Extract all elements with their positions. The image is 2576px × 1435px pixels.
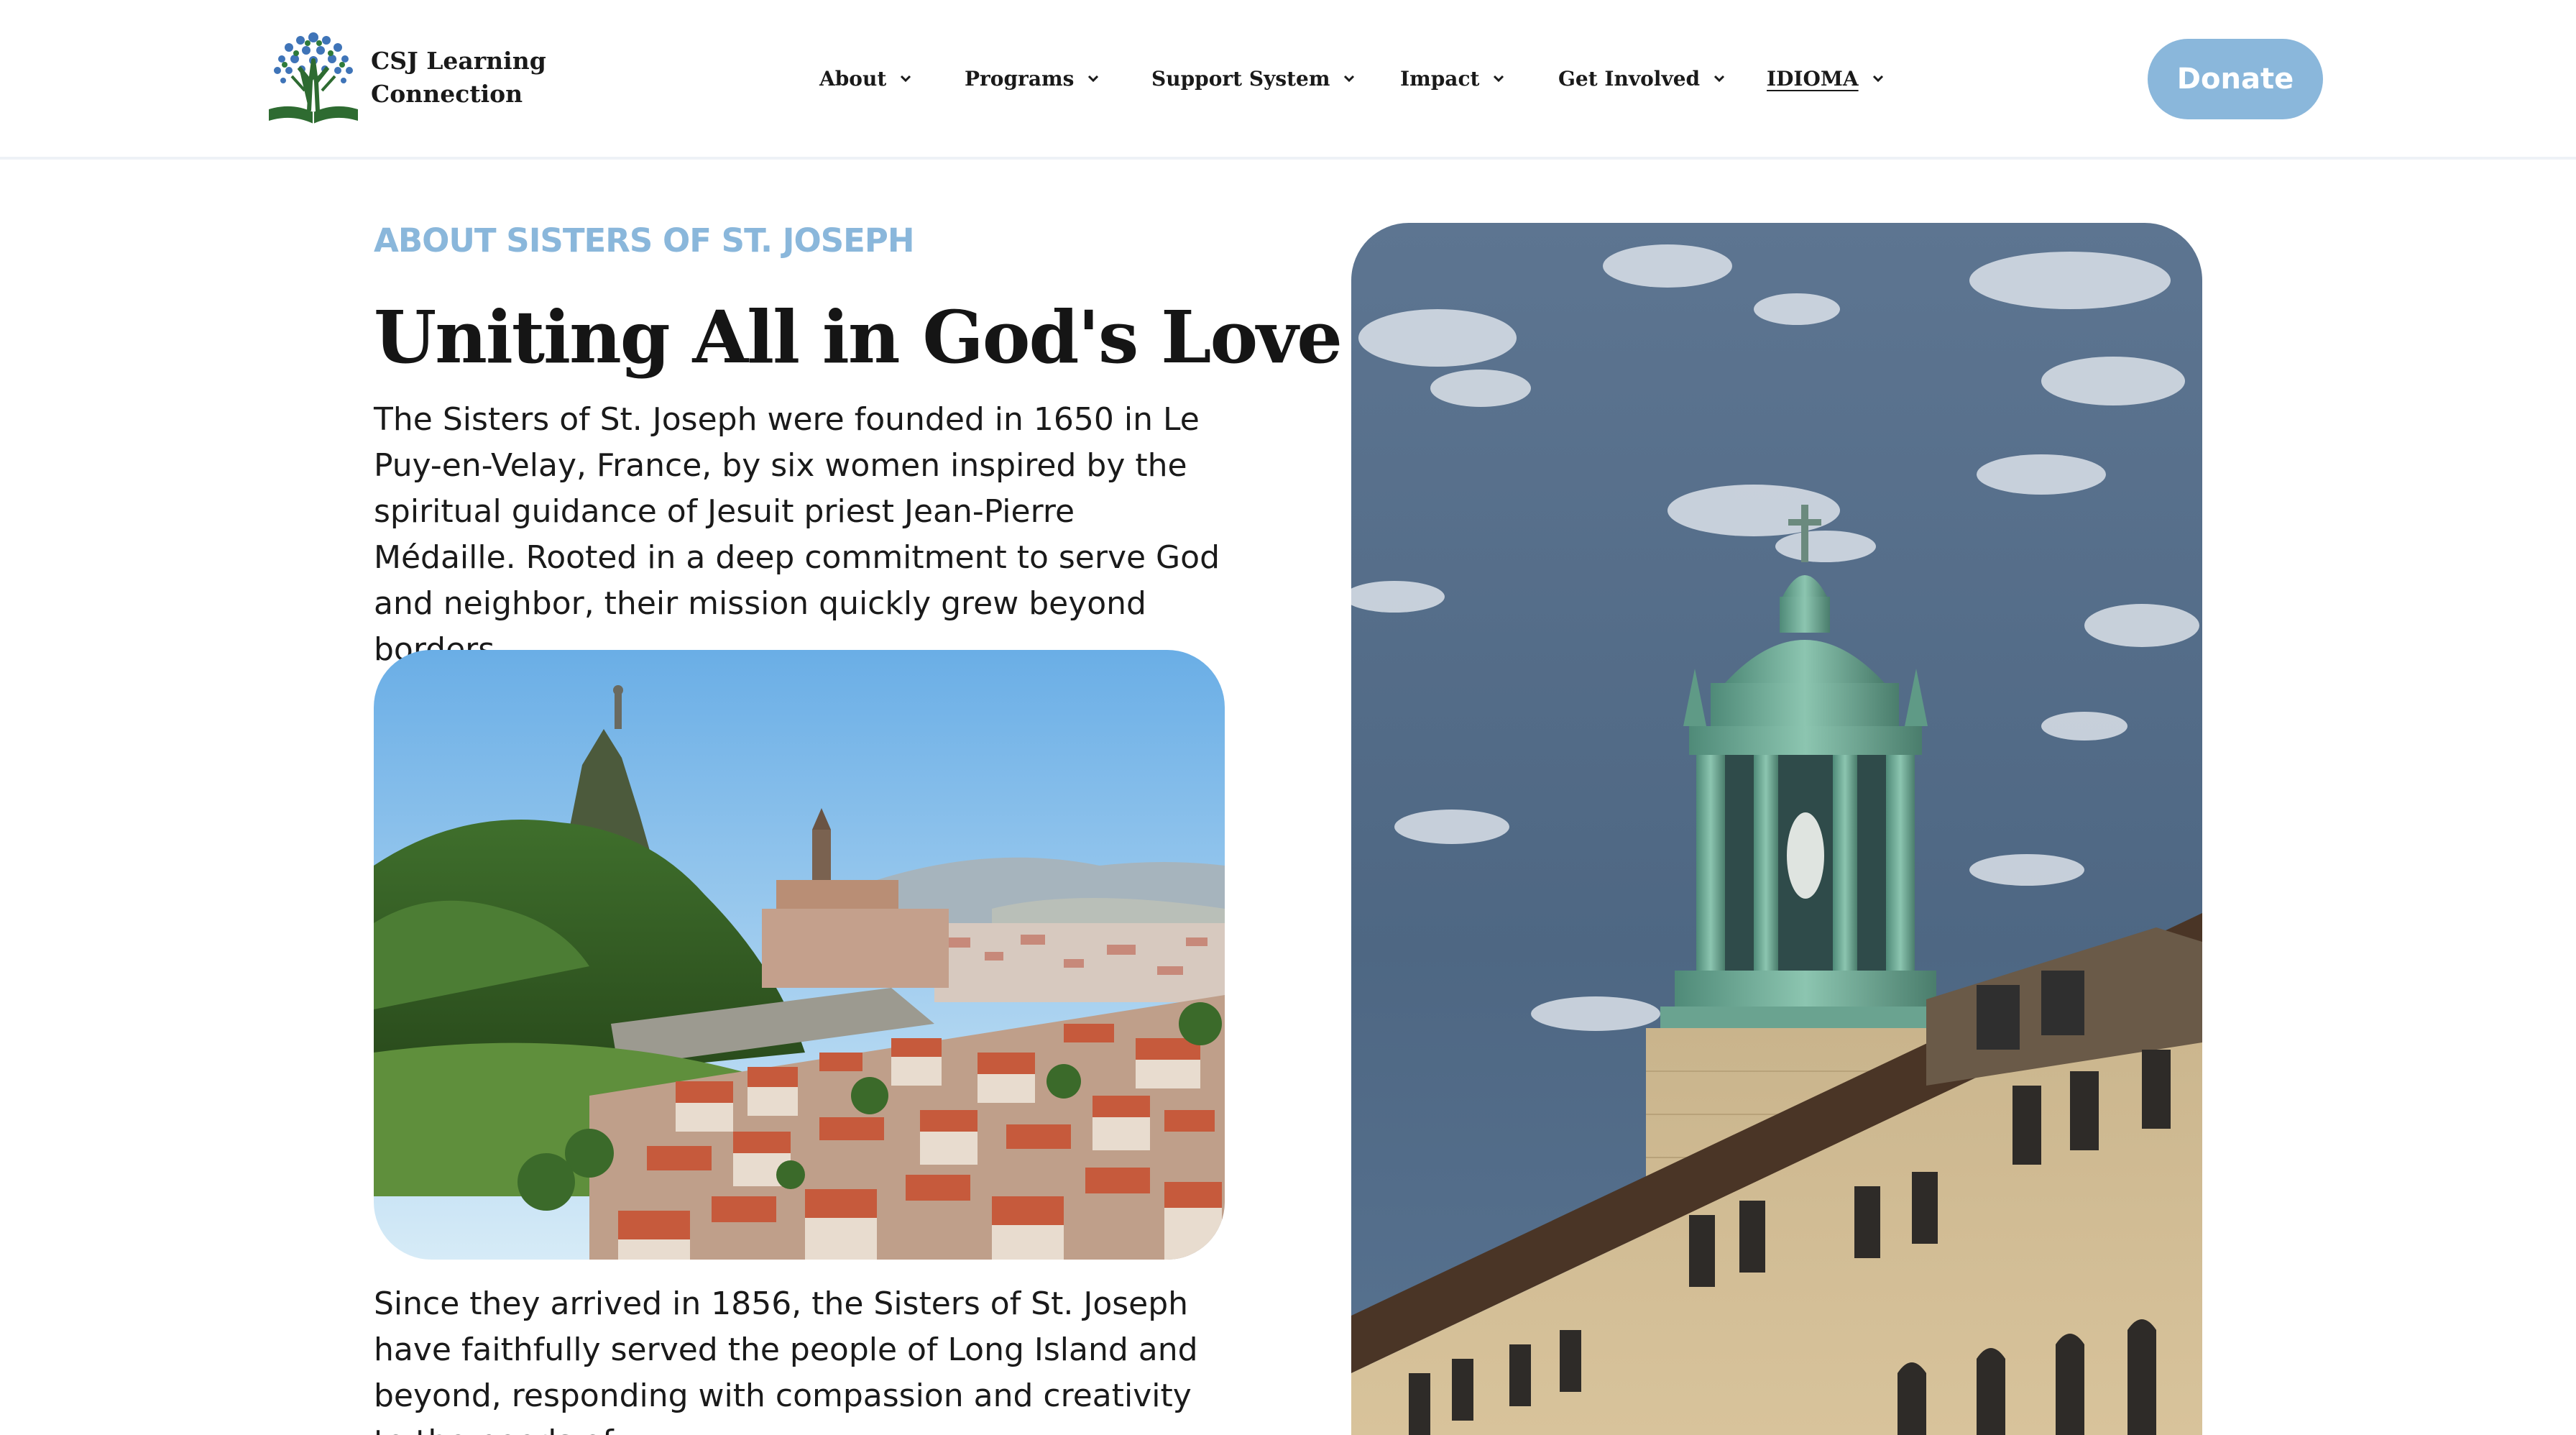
chevron-down-icon (901, 75, 911, 83)
site-logo[interactable] (263, 24, 364, 128)
nav-label: Programs (965, 66, 1075, 91)
nav-item-impact[interactable]: Impact (1400, 60, 1506, 96)
chevron-down-icon (1088, 75, 1099, 83)
logo-text-line2: Connection (371, 80, 523, 108)
logo-text-line1: CSJ Learning (371, 47, 546, 75)
site-header: CSJ Learning Connection About Programs S… (0, 0, 2576, 160)
nav-label: Support System (1151, 66, 1330, 91)
nav-label: Impact (1400, 66, 1480, 91)
nav-label: IDIOMA (1767, 66, 1859, 91)
tree-book-icon (269, 32, 358, 124)
section-eyebrow: ABOUT SISTERS OF ST. JOSEPH (374, 221, 914, 260)
nav-item-get-involved[interactable]: Get Involved (1558, 60, 1727, 96)
nav-item-programs[interactable]: Programs (965, 60, 1101, 96)
nav-item-support-system[interactable]: Support System (1151, 60, 1357, 96)
chevron-down-icon (1344, 75, 1355, 83)
chevron-down-icon (1494, 75, 1504, 83)
intro-paragraph: The Sisters of St. Joseph were founded i… (374, 401, 1220, 668)
nav-item-about[interactable]: About (819, 60, 914, 96)
logo-text[interactable]: CSJ Learning Connection (371, 45, 546, 111)
chevron-down-icon (1872, 75, 1883, 83)
page-title: Uniting All in God's Love (374, 295, 1343, 380)
le-puy-town-image (374, 650, 1225, 1260)
nav-item-idioma[interactable]: IDIOMA (1767, 60, 1886, 96)
bell-tower-image (1351, 223, 2202, 1435)
chevron-down-icon (1714, 75, 1725, 83)
donate-button[interactable]: Donate (2148, 39, 2323, 119)
nav-label: Get Involved (1558, 66, 1701, 91)
history-paragraph: Since they arrived in 1856, the Sisters … (374, 1285, 1198, 1435)
nav-label: About (819, 66, 887, 91)
